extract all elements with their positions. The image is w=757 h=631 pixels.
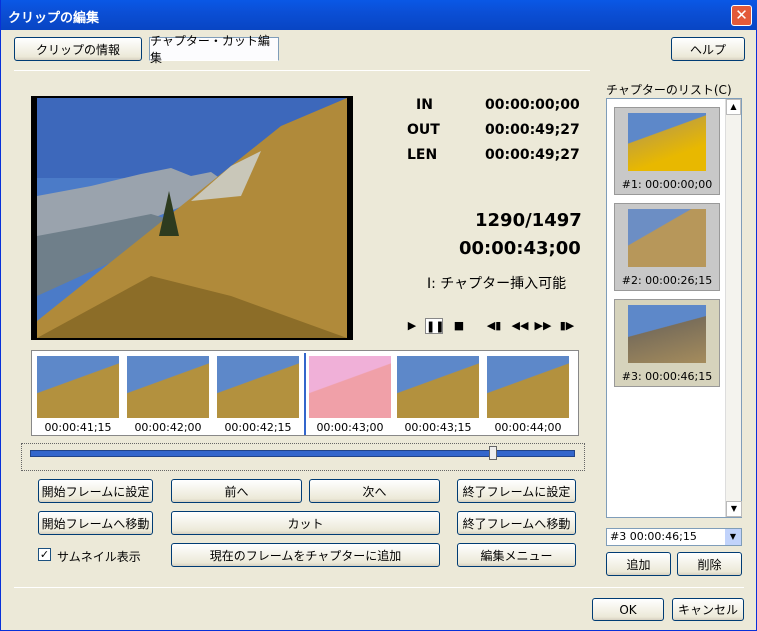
thumbnail-time: 00:00:43;15 <box>404 421 472 434</box>
thumbnail-time: 00:00:41;15 <box>44 421 112 434</box>
fast-forward-icon[interactable]: ▶▶ <box>534 318 552 334</box>
dialog-window: クリップの編集 ✕ クリップの情報 チャプター・カット編集 ヘルプ IN 00:… <box>0 0 757 631</box>
chevron-down-icon[interactable]: ▼ <box>725 529 741 545</box>
chapter-item-selected[interactable]: #3: 00:00:46;15 <box>614 299 720 387</box>
in-label: IN <box>416 97 433 113</box>
video-preview <box>31 96 353 340</box>
frame-counter: 1290/1497 <box>475 210 582 231</box>
thumbnail[interactable]: 00:00:43;15 <box>394 353 482 435</box>
chapter-label: #2: 00:00:26;15 <box>621 274 713 287</box>
len-label: LEN <box>407 147 438 163</box>
title-bar: クリップの編集 ✕ <box>1 0 757 30</box>
step-forward-icon[interactable]: ▮▶ <box>558 318 576 334</box>
close-button[interactable]: ✕ <box>731 5 752 26</box>
divider <box>14 587 744 588</box>
goto-start-frame-button[interactable]: 開始フレームへ移動 <box>38 511 153 535</box>
add-button[interactable]: 追加 <box>606 552 671 576</box>
slider-handle[interactable] <box>489 446 498 460</box>
chapter-list[interactable]: #1: 00:00:00;00 #2: 00:00:26;15 #3: 00:0… <box>606 98 742 518</box>
chapter-scrollbar[interactable]: ▲ ▼ <box>725 99 742 517</box>
chapter-item[interactable]: #1: 00:00:00;00 <box>614 107 720 195</box>
current-timecode: 00:00:43;00 <box>459 238 581 259</box>
set-end-frame-button[interactable]: 終了フレームに設定 <box>457 479 576 503</box>
chapter-label: #3: 00:00:46;15 <box>621 370 713 383</box>
divider <box>14 70 590 71</box>
thumbnail-current[interactable]: 00:00:43;00 <box>304 353 392 435</box>
thumbnail-time: 00:00:44;00 <box>494 421 562 434</box>
edit-menu-button[interactable]: 編集メニュー <box>457 543 576 567</box>
ok-button[interactable]: OK <box>592 598 664 621</box>
out-timecode: 00:00:49;27 <box>485 122 580 138</box>
tab-clip-info[interactable]: クリップの情報 <box>14 37 142 61</box>
add-chapter-button[interactable]: 現在のフレームをチャプターに追加 <box>171 543 440 567</box>
timeline-slider[interactable] <box>21 443 585 471</box>
chapter-label: #1: 00:00:00;00 <box>621 178 713 191</box>
status-text: I: チャプター挿入可能 <box>427 276 567 292</box>
chapter-select-value: #3 00:00:46;15 <box>610 530 697 543</box>
chapter-select[interactable]: #3 00:00:46;15 ▼ <box>606 528 742 546</box>
play-icon[interactable]: ▶ <box>403 318 421 334</box>
step-back-icon[interactable]: ◀▮ <box>485 318 503 334</box>
in-timecode: 00:00:00;00 <box>485 97 580 113</box>
thumbnail[interactable]: 00:00:42;00 <box>124 353 212 435</box>
len-timecode: 00:00:49;27 <box>485 147 580 163</box>
thumbnail[interactable]: 00:00:42;15 <box>214 353 302 435</box>
thumbnail-checkbox[interactable]: ✓ <box>38 548 51 561</box>
thumbnail-time: 00:00:42;15 <box>224 421 292 434</box>
out-label: OUT <box>407 122 440 138</box>
rewind-icon[interactable]: ◀◀ <box>511 318 529 334</box>
set-start-frame-button[interactable]: 開始フレームに設定 <box>38 479 153 503</box>
thumbnail-time: 00:00:42;00 <box>134 421 202 434</box>
thumbnail-strip[interactable]: 00:00:41;15 00:00:42;00 00:00:42;15 00:0… <box>31 350 579 436</box>
thumbnail[interactable]: 00:00:41;15 <box>34 353 122 435</box>
thumbnail-time: 00:00:43;00 <box>316 421 384 434</box>
prev-button[interactable]: 前へ <box>171 479 302 503</box>
stop-icon[interactable]: ■ <box>450 318 468 334</box>
scroll-up-icon[interactable]: ▲ <box>726 99 741 115</box>
window-title: クリップの編集 <box>8 11 100 26</box>
thumbnail[interactable]: 00:00:44;00 <box>484 353 572 435</box>
goto-end-frame-button[interactable]: 終了フレームへ移動 <box>457 511 576 535</box>
delete-button[interactable]: 削除 <box>677 552 742 576</box>
tab-chapter-cut[interactable]: チャプター・カット編集 <box>149 34 279 65</box>
scroll-down-icon[interactable]: ▼ <box>726 501 742 517</box>
next-button[interactable]: 次へ <box>309 479 440 503</box>
cut-button[interactable]: カット <box>171 511 440 535</box>
help-button[interactable]: ヘルプ <box>671 37 745 61</box>
chapter-list-title: チャプターのリスト(C) <box>606 83 732 97</box>
cancel-button[interactable]: キャンセル <box>672 598 744 621</box>
pause-icon[interactable]: ❚❚ <box>425 318 444 334</box>
thumbnail-checkbox-label: サムネイル表示 <box>57 550 141 564</box>
chapter-item[interactable]: #2: 00:00:26;15 <box>614 203 720 291</box>
